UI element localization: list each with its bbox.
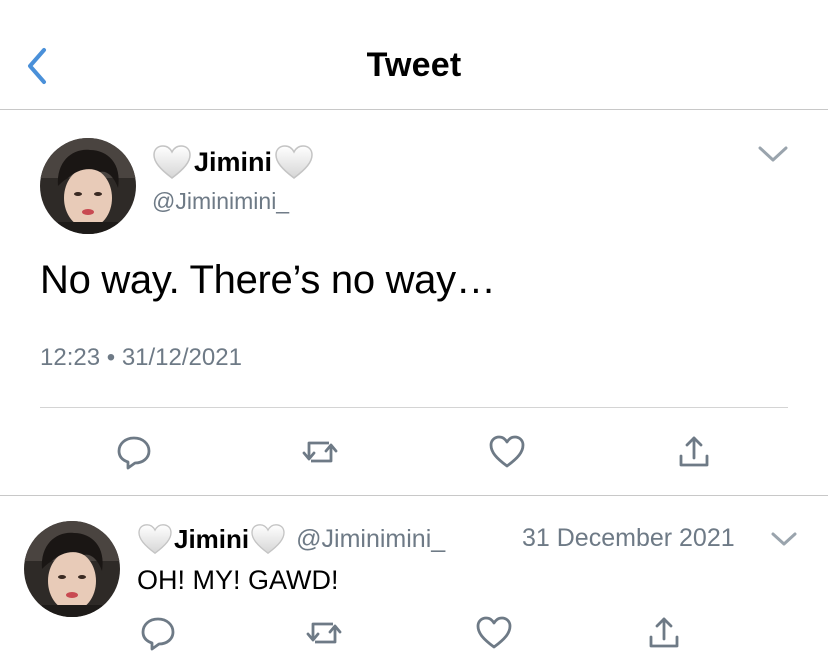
reply-author[interactable]: Jimini @Jiminimini_ (137, 521, 445, 557)
white-heart-icon (274, 144, 314, 180)
author-handle: @Jiminimini_ (296, 524, 446, 553)
main-tweet: Jimini @Jiminimini_ No way. There’s no w… (0, 110, 828, 496)
meta-separator: • (106, 344, 116, 371)
avatar[interactable] (24, 521, 120, 617)
share-icon[interactable] (644, 613, 684, 653)
reply-text: OH! MY! GAWD! (137, 565, 339, 595)
retweet-icon[interactable] (304, 613, 344, 653)
divider (40, 407, 788, 408)
tweet-timestamp: 12:23 • 31/12/2021 (40, 344, 242, 372)
chevron-down-icon[interactable] (756, 142, 790, 166)
white-heart-icon (137, 523, 173, 555)
retweet-icon[interactable] (300, 432, 340, 472)
avatar[interactable] (40, 138, 136, 234)
reply-date: 31 December 2021 (522, 524, 735, 552)
reply-tweet[interactable]: Jimini @Jiminimini_ 31 December 2021 OH!… (0, 497, 828, 663)
display-name: Jimini (174, 523, 250, 554)
tweet-time: 12:23 (40, 344, 101, 371)
like-icon[interactable] (474, 613, 514, 653)
white-heart-icon (152, 144, 192, 180)
tweet-date: 31/12/2021 (121, 344, 242, 371)
reply-icon[interactable] (114, 432, 154, 472)
author-handle[interactable]: @Jiminimini_ (152, 188, 289, 215)
like-icon[interactable] (487, 432, 527, 472)
share-icon[interactable] (674, 432, 714, 472)
display-name: Jimini (194, 146, 273, 177)
page-title: Tweet (366, 46, 462, 84)
author-name[interactable]: Jimini (152, 142, 314, 182)
chevron-down-icon[interactable] (770, 529, 798, 549)
reply-icon[interactable] (138, 613, 178, 653)
top-bar: Tweet (0, 0, 828, 110)
white-heart-icon (250, 523, 286, 555)
tweet-text: No way. There’s no way… (40, 258, 496, 302)
